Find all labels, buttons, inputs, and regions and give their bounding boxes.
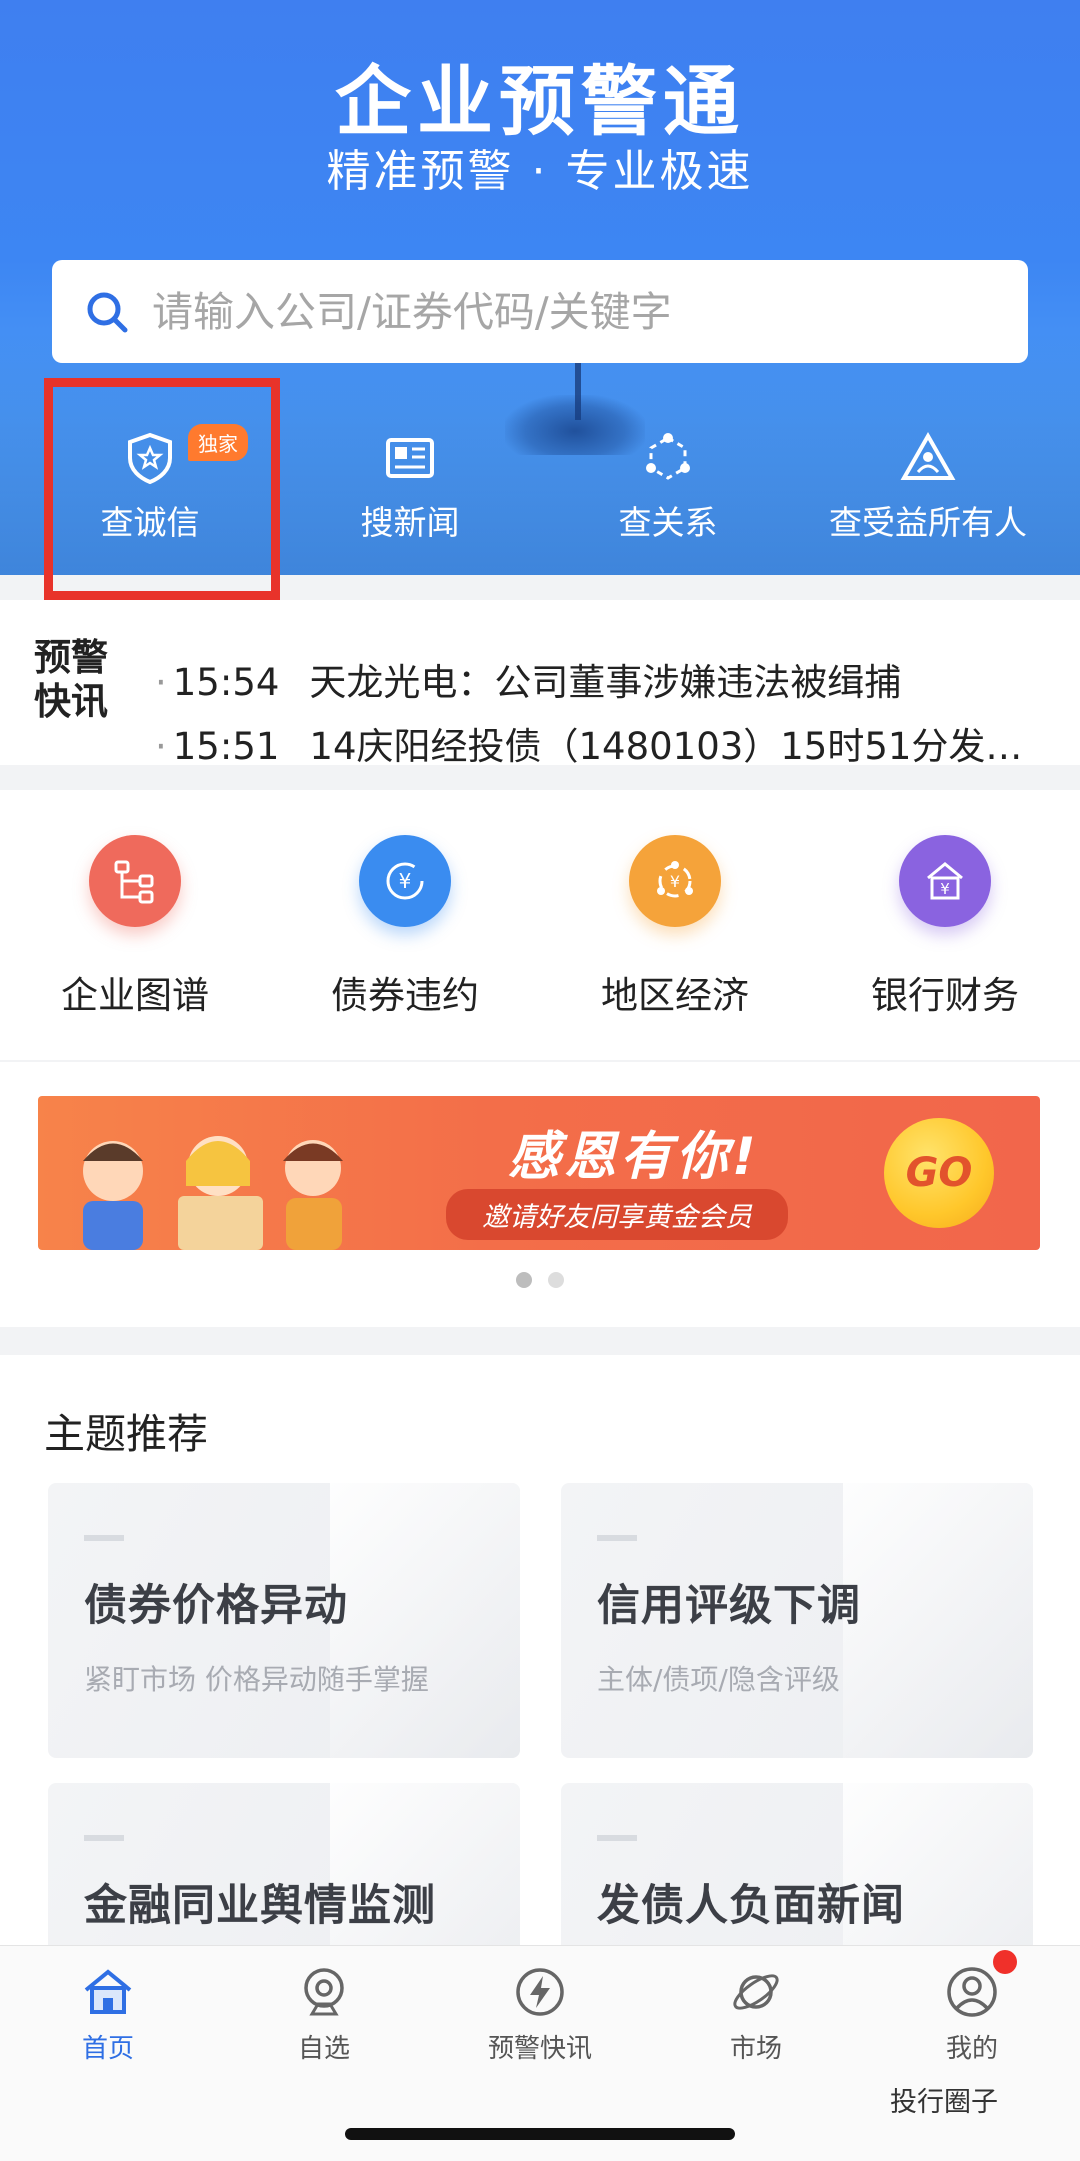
topic-card-title: 金融同业舆情监测 xyxy=(84,1881,436,1931)
function-grid: 企业图谱 ¥ 债券违约 ¥ 地区经济 ¥ 银行财务 xyxy=(0,790,1080,1060)
quick-action-news[interactable]: 搜新闻 xyxy=(290,430,530,560)
func-enterprise-graph[interactable]: 企业图谱 xyxy=(0,835,270,1019)
notification-dot xyxy=(993,1950,1017,1974)
news-time: 15:51 xyxy=(172,725,280,768)
news-text: 14庆阳经投债（1480103）15时51分发… xyxy=(309,725,1023,768)
home-indicator[interactable] xyxy=(345,2128,735,2140)
quick-action-beneficial-owner[interactable]: 查受益所有人 xyxy=(808,430,1048,560)
promo-banner[interactable]: 感恩有你! 邀请好友同享黄金会员 GO xyxy=(38,1096,1040,1250)
yen-refresh-icon: ¥ xyxy=(359,835,451,927)
bank-yen-icon: ¥ xyxy=(899,835,991,927)
carousel-dot[interactable] xyxy=(548,1272,564,1288)
func-label: 债券违约 xyxy=(331,974,479,1017)
tab-label: 市场 xyxy=(729,2034,782,2064)
svg-text:¥: ¥ xyxy=(940,880,950,898)
topic-card-title: 债券价格异动 xyxy=(84,1581,348,1631)
lightning-icon xyxy=(516,1968,564,2016)
app-subtitle: 精准预警 · 专业极速 xyxy=(326,146,754,197)
func-bond-default[interactable]: ¥ 债券违约 xyxy=(270,835,540,1019)
banner-title: 感恩有你! xyxy=(508,1127,760,1187)
watermark-text: 投行圈子 xyxy=(890,2087,998,2118)
yen-people-icon: ¥ xyxy=(629,835,721,927)
tab-label: 首页 xyxy=(81,2034,134,2064)
cartoon-people-illustration xyxy=(83,1136,343,1250)
quick-action-label: 查受益所有人 xyxy=(829,503,1027,542)
profile-icon xyxy=(947,1967,997,2017)
news-item[interactable]: · 15:51 14庆阳经投债（1480103）15时51分发… xyxy=(155,716,1055,770)
tab-alerts[interactable]: 预警快讯 xyxy=(432,1964,648,2065)
quick-action-label: 查关系 xyxy=(618,503,718,542)
func-label: 企业图谱 xyxy=(61,974,209,1017)
svg-text:¥: ¥ xyxy=(399,869,412,893)
org-chart-icon xyxy=(89,835,181,927)
func-label: 地区经济 xyxy=(601,974,749,1017)
alert-news-tag: 预警 快讯 xyxy=(34,636,108,723)
tab-label: 自选 xyxy=(297,2034,350,2064)
alert-news-ticker[interactable]: 预警 快讯 · 15:54 天龙光电：公司董事涉嫌违法被缉捕 · 15:51 14庆阳经… xyxy=(0,600,1080,768)
keyboard-photo xyxy=(330,1483,520,1758)
search-input[interactable] xyxy=(152,287,972,336)
newspaper-icon xyxy=(386,438,434,478)
carousel-dots xyxy=(0,1272,1080,1292)
planet-icon xyxy=(733,1974,779,2010)
app-title: 企业预警通 xyxy=(335,57,745,146)
search-icon xyxy=(87,292,128,332)
news-item[interactable]: · 15:54 天龙光电：公司董事涉嫌违法被缉捕 xyxy=(155,652,1055,706)
tab-profile[interactable]: 我的 xyxy=(864,1964,1080,2065)
tab-market[interactable]: 市场 xyxy=(648,1964,864,2065)
tab-label: 预警快讯 xyxy=(487,2034,592,2064)
magazines-photo xyxy=(843,1483,1033,1758)
func-regional-economy[interactable]: ¥ 地区经济 xyxy=(540,835,810,1019)
topic-card-desc: 主体/债项/隐含评级 xyxy=(597,1663,840,1696)
carousel-dot[interactable] xyxy=(516,1272,532,1288)
tab-home[interactable]: 首页 xyxy=(0,1964,216,2065)
svg-text:¥: ¥ xyxy=(670,872,680,891)
triangle-person-icon xyxy=(900,431,956,480)
tab-label: 我的 xyxy=(945,2034,998,2064)
search-bar[interactable] xyxy=(52,260,1028,363)
func-label: 银行财务 xyxy=(871,974,1019,1017)
func-bank-finance[interactable]: ¥ 银行财务 xyxy=(810,835,1080,1019)
topic-recommendations: 主题推荐 债券价格异动 紧盯市场 价格异动随手掌握 信用评级下调 主体/债项/隐… xyxy=(0,1355,1080,2058)
webcam-icon xyxy=(304,1968,344,2016)
banner-section: 感恩有你! 邀请好友同享黄金会员 GO xyxy=(0,1062,1080,1327)
topic-card-title: 发债人负面新闻 xyxy=(597,1881,905,1931)
topic-card-desc: 紧盯市场 价格异动随手掌握 xyxy=(84,1663,429,1696)
news-time: 15:54 xyxy=(172,661,280,704)
topic-card-title: 信用评级下调 xyxy=(597,1581,861,1631)
tab-watchlist[interactable]: 自选 xyxy=(216,1964,432,2065)
news-text: 天龙光电：公司董事涉嫌违法被缉捕 xyxy=(309,661,902,704)
network-icon xyxy=(646,433,690,480)
topic-card[interactable]: 信用评级下调 主体/债项/隐含评级 xyxy=(561,1483,1033,1758)
home-icon xyxy=(84,1969,132,2014)
topic-card[interactable]: 债券价格异动 紧盯市场 价格异动随手掌握 xyxy=(48,1483,520,1758)
section-heading: 主题推荐 xyxy=(44,1410,208,1458)
quick-action-relations[interactable]: 查关系 xyxy=(548,430,788,560)
banner-go-button[interactable]: GO xyxy=(884,1118,994,1228)
banner-subtitle: 邀请好友同享黄金会员 xyxy=(446,1189,788,1240)
highlight-annotation-frame xyxy=(44,378,280,600)
quick-action-label: 搜新闻 xyxy=(360,503,460,542)
